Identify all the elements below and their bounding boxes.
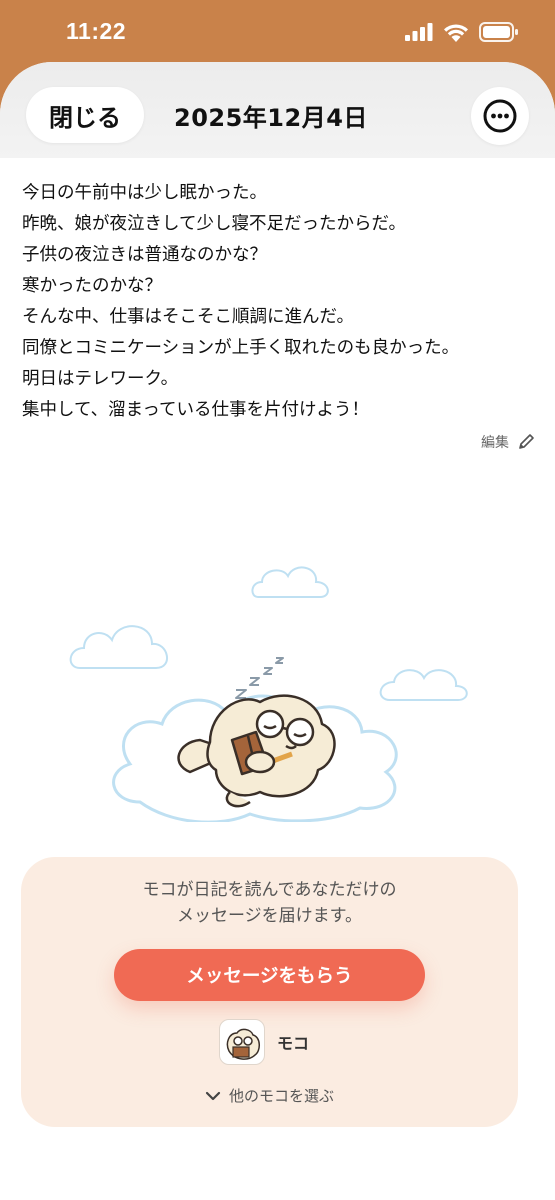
message-description-line: モコが日記を読んであなただけの xyxy=(142,880,397,900)
status-bar: 11:22 xyxy=(0,0,555,62)
choose-other-label: 他のモコを選ぶ xyxy=(228,1087,334,1105)
message-description-line: メッセージを届けます。 xyxy=(177,906,362,926)
cloud-left xyxy=(69,625,168,669)
status-icons xyxy=(405,22,519,42)
message-description: モコが日記を読んであなただけの メッセージを届けます。 xyxy=(21,877,518,929)
diary-line: 今日の午前中は少し眠かった。 xyxy=(22,183,267,203)
character-name: モコ xyxy=(277,1034,310,1053)
choose-other-moko-button[interactable]: 他のモコを選ぶ xyxy=(21,1085,518,1106)
diary-line: そんな中、仕事はそこそこ順調に進んだ。 xyxy=(22,307,354,327)
page-title: 2025年12月4日 xyxy=(174,104,368,132)
more-button[interactable] xyxy=(471,87,529,145)
sheet-header: 閉じる 2025年12月4日 xyxy=(0,62,555,158)
character-selected[interactable]: モコ xyxy=(219,1019,309,1065)
sleep-zzz xyxy=(235,657,284,699)
cloud-small-top xyxy=(251,566,329,598)
battery-icon xyxy=(479,22,518,42)
diary-line: 子供の夜泣きは普通なのかな？ xyxy=(22,245,267,265)
diary-sheet: 閉じる 2025年12月4日 今日の午前中は少し眠かった。 昨晩、娘が夜泣きして… xyxy=(0,62,555,1200)
cloud-right xyxy=(379,669,468,701)
diary-line: 昨晩、娘が夜泣きして少し寝不足だったからだ。 xyxy=(22,214,406,234)
status-time: 11:22 xyxy=(66,18,127,44)
edit-button[interactable]: 編集 xyxy=(481,432,535,452)
message-card: モコが日記を読んであなただけの メッセージを届けます。 メッセージをもらう モコ… xyxy=(21,857,518,1127)
diary-line: 明日はテレワーク。 xyxy=(22,369,179,389)
wifi-icon xyxy=(444,23,468,42)
sleeping-moko-illustration xyxy=(69,566,468,822)
avatar xyxy=(219,1019,265,1065)
diary-line: 同僚とコミニケーションが上手く取れたのも良かった。 xyxy=(22,338,460,358)
close-button[interactable]: 閉じる xyxy=(26,87,144,143)
diary-text: 今日の午前中は少し眠かった。 昨晩、娘が夜泣きして少し寝不足だったからだ。 子供… xyxy=(22,178,537,426)
ellipsis-icon xyxy=(483,99,517,133)
edit-label: 編集 xyxy=(481,435,509,451)
get-message-button[interactable]: メッセージをもらう xyxy=(114,949,425,1001)
diary-line: 寒かったのかな？ xyxy=(22,276,162,296)
moko-avatar-icon xyxy=(226,1028,260,1060)
diary-line: 集中して、溜まっている仕事を片付けよう！ xyxy=(22,400,370,420)
pencil-icon xyxy=(519,434,534,449)
chevron-down-icon xyxy=(205,1091,221,1100)
signal-icon xyxy=(405,23,433,41)
